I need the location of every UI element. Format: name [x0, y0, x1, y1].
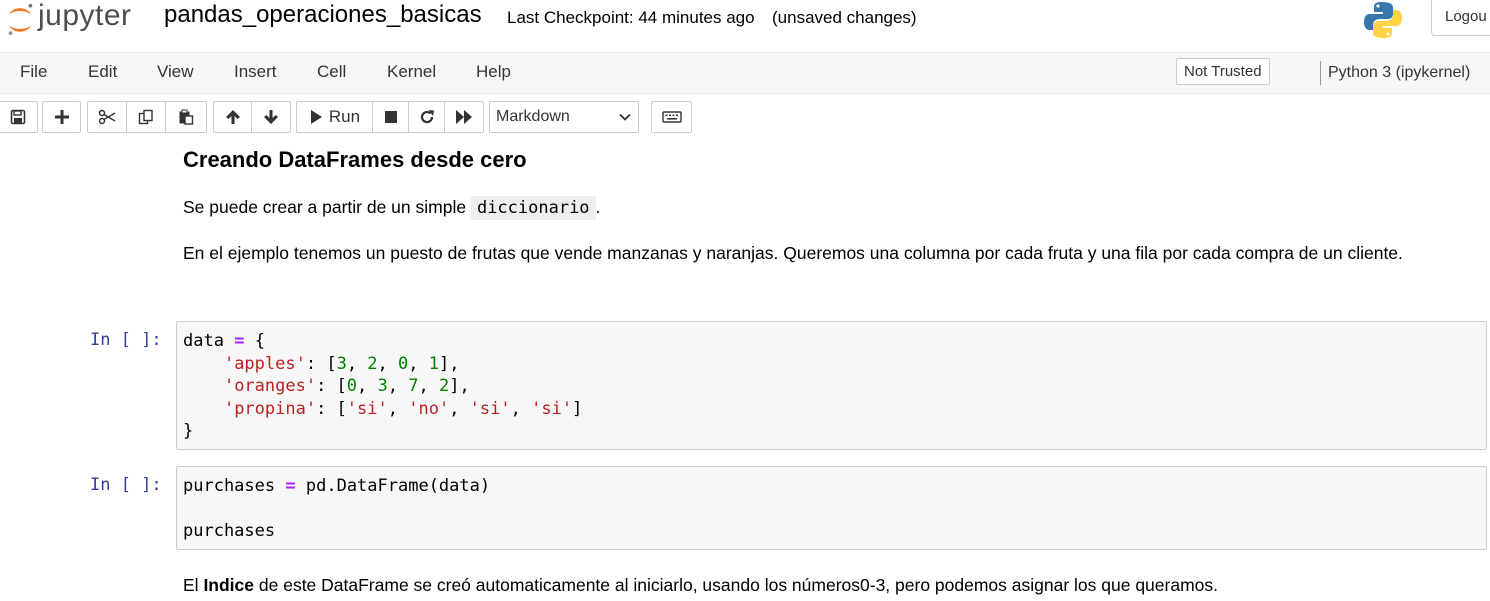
- python-logo-icon: [1364, 2, 1402, 38]
- cell-type-select[interactable]: Markdown: [489, 101, 639, 133]
- input-prompt: In [ ]:: [90, 330, 162, 350]
- code-line: 'propina': ['si', 'no', 'si', 'si']: [223, 398, 583, 419]
- code-cell-editor[interactable]: purchases = pd.DataFrame(data) purchases: [176, 466, 1487, 550]
- move-group: [213, 101, 291, 133]
- paragraph-text: de este DataFrame se creó automaticament…: [254, 575, 1219, 595]
- cell-type-value: Markdown: [496, 108, 570, 125]
- cut-button[interactable]: [88, 102, 127, 132]
- menu-cell[interactable]: Cell: [317, 62, 346, 82]
- chevron-down-icon: [619, 113, 631, 121]
- run-button[interactable]: Run: [297, 102, 373, 132]
- insert-cell-button[interactable]: [43, 102, 80, 132]
- notebook-area: Creando DataFrames desde cero Se puede c…: [0, 140, 1490, 601]
- menu-help[interactable]: Help: [476, 62, 511, 82]
- header: jupyter pandas_operaciones_basicas Last …: [0, 0, 1490, 52]
- save-icon: [10, 109, 26, 125]
- code-line: purchases = pd.DataFrame(data): [183, 476, 491, 496]
- inline-code: diccionario: [470, 196, 596, 220]
- code-cell-editor[interactable]: data = { 'apples': [3, 2, 0, 1], 'orange…: [176, 321, 1487, 450]
- paragraph-text: Se puede crear a partir de un simple: [183, 197, 471, 217]
- run-group: Run: [296, 101, 484, 133]
- menu-kernel[interactable]: Kernel: [387, 62, 436, 82]
- menu-insert[interactable]: Insert: [234, 62, 277, 82]
- stop-icon: [384, 111, 397, 123]
- paste-button[interactable]: [166, 102, 206, 132]
- kernel-divider: [1320, 61, 1321, 85]
- input-prompt: In [ ]:: [90, 475, 162, 495]
- code-line: 'apples': [3, 2, 0, 1],: [223, 353, 460, 374]
- run-all-button[interactable]: [445, 102, 483, 132]
- checkpoint-status: Last Checkpoint: 44 minutes ago: [507, 8, 755, 27]
- plus-icon: [54, 110, 69, 124]
- edit-group: [87, 101, 207, 133]
- arrow-down-icon: [264, 110, 278, 124]
- code-line: data = {: [183, 331, 265, 351]
- copy-icon: [138, 109, 153, 125]
- paragraph-text-end: .: [595, 197, 601, 217]
- kernel-indicator[interactable]: Python 3 (ipykernel): [1328, 64, 1470, 82]
- arrow-up-icon: [225, 110, 240, 124]
- autosave-status: (unsaved changes): [772, 8, 917, 27]
- markdown-paragraph: Se puede crear a partir de un simple dic…: [183, 194, 600, 222]
- bold-text: Indice: [203, 575, 255, 595]
- play-icon: [310, 110, 322, 124]
- jupyter-logo-text[interactable]: jupyter: [38, 0, 132, 33]
- trust-status-button[interactable]: Not Trusted: [1176, 58, 1270, 85]
- insert-group: [42, 101, 81, 133]
- logout-button[interactable]: Logou: [1431, 0, 1490, 36]
- fast-forward-icon: [456, 110, 472, 124]
- jupyter-logo-icon[interactable]: [4, 2, 36, 36]
- copy-button[interactable]: [127, 102, 166, 132]
- code-line: 'oranges': [0, 3, 7, 2],: [223, 376, 470, 396]
- command-palette-button[interactable]: [651, 101, 692, 133]
- menu-file[interactable]: File: [20, 62, 47, 82]
- toolbar: Run Markdown: [0, 94, 1490, 140]
- markdown-heading: Creando DataFrames desde cero: [183, 147, 527, 172]
- notebook-name[interactable]: pandas_operaciones_basicas: [164, 1, 482, 29]
- code-line: }: [183, 421, 194, 441]
- scissors-icon: [98, 109, 116, 125]
- keyboard-icon: [661, 111, 682, 123]
- restart-icon: [420, 110, 434, 124]
- move-up-button[interactable]: [214, 102, 252, 132]
- menu-edit[interactable]: Edit: [88, 62, 117, 82]
- markdown-paragraph: En el ejemplo tenemos un puesto de fruta…: [183, 243, 1403, 263]
- restart-kernel-button[interactable]: [409, 102, 445, 132]
- save-group: [0, 101, 38, 133]
- code-line: purchases: [183, 521, 276, 541]
- interrupt-kernel-button[interactable]: [373, 102, 409, 132]
- markdown-paragraph: El Indice de este DataFrame se creó auto…: [183, 572, 1218, 599]
- paragraph-text: El: [183, 575, 204, 595]
- save-button[interactable]: [0, 102, 37, 132]
- paste-icon: [179, 109, 194, 125]
- move-down-button[interactable]: [252, 102, 290, 132]
- run-label: Run: [328, 107, 361, 126]
- menubar: File Edit View Insert Cell Kernel Help N…: [0, 52, 1490, 94]
- menu-view[interactable]: View: [157, 62, 194, 82]
